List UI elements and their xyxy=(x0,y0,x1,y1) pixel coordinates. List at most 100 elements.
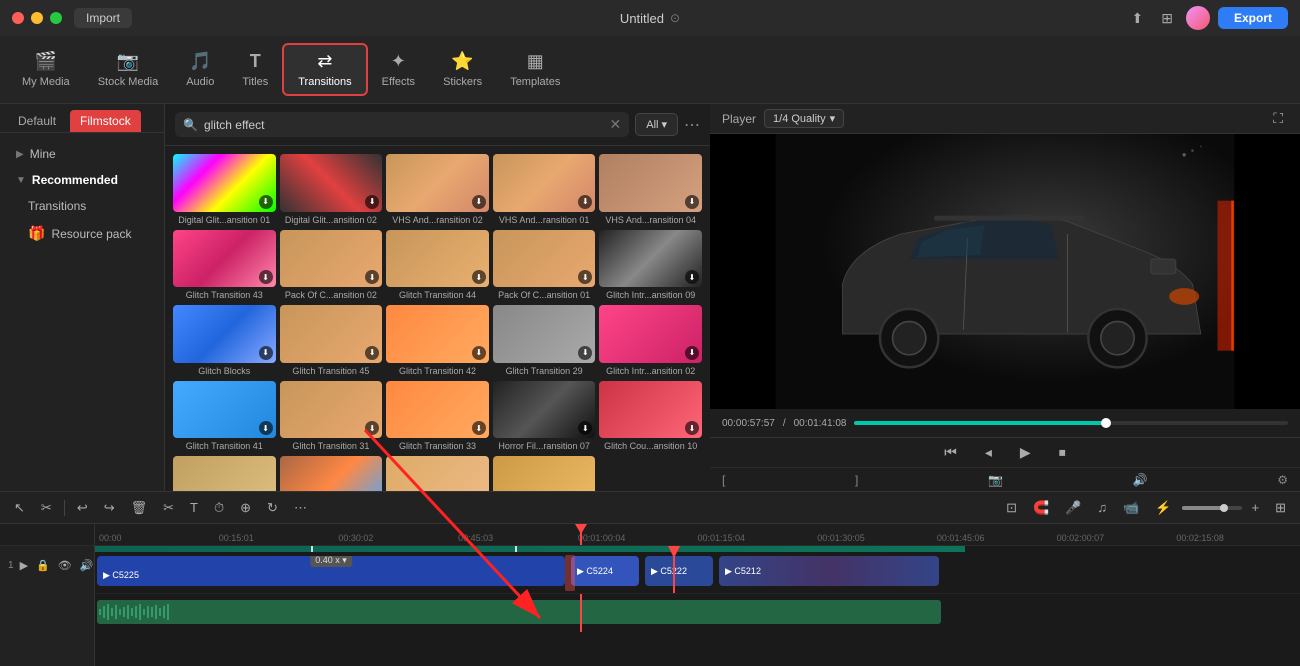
tl-more[interactable]: ⋯ xyxy=(288,497,313,519)
progress-track[interactable] xyxy=(854,421,1288,425)
tl-select-tool[interactable]: ↖ xyxy=(8,497,31,519)
tool-templates[interactable]: ▦ Templates xyxy=(496,45,574,94)
list-item[interactable]: ⬇ Pack Of C...ansition 01 xyxy=(493,230,596,302)
tool-transitions[interactable]: ⇄ Transitions xyxy=(282,43,367,96)
nav-mine-label: Mine xyxy=(30,147,56,161)
step-back-button[interactable]: ◂ xyxy=(979,442,998,463)
list-item[interactable]: ⬇ Glitch Transition 43 xyxy=(173,230,276,302)
snapshot-button[interactable]: 📷 xyxy=(988,473,1003,487)
clip-c5247[interactable]: ▶ C5224 xyxy=(571,556,639,586)
nav-mine[interactable]: ▶ Mine xyxy=(0,141,164,167)
tool-effects[interactable]: ✦ Effects xyxy=(368,45,429,94)
skip-back-button[interactable]: ⏮ xyxy=(938,442,963,463)
clip-id-c5222: ▶ C5222 xyxy=(651,566,687,577)
tl-snap-icon[interactable]: ⊡ xyxy=(1000,497,1023,519)
settings-icon[interactable]: ⚙ xyxy=(1277,473,1288,487)
export-button[interactable]: Export xyxy=(1218,7,1288,29)
tl-split2[interactable]: ⊕ xyxy=(234,497,257,519)
tool-titles[interactable]: T Titles xyxy=(228,45,282,94)
filter-button[interactable]: All ▾ xyxy=(635,113,678,136)
list-item[interactable]: ⬇ Glitch Transition 45 xyxy=(280,305,383,377)
tl-redo[interactable]: ↪ xyxy=(98,497,121,519)
tool-stock-media[interactable]: 📷 Stock Media xyxy=(84,45,173,94)
preview-extra: [ ] 📷 🔊 ⚙ xyxy=(710,467,1300,491)
list-item[interactable]: ⬇ Horror Fil...ransition 07 xyxy=(493,381,596,453)
clip-id-c5247: ▶ C5224 xyxy=(577,566,613,577)
list-item[interactable]: ⬇ VHS And...ransition 02 xyxy=(386,154,489,226)
list-item[interactable]: ⬇ Glitch Transition 33 xyxy=(386,381,489,453)
tl-layout-icon[interactable]: ⊞ xyxy=(1269,497,1292,519)
tl-split-tool[interactable]: ✂ xyxy=(35,497,58,519)
list-item[interactable]: ⬇ xyxy=(173,456,276,491)
stop-button[interactable]: ⏹ xyxy=(1053,442,1072,463)
tool-stickers[interactable]: ⭐ Stickers xyxy=(429,45,496,94)
zoom-slider[interactable] xyxy=(1182,506,1242,510)
tl-camera-icon[interactable]: 📹 xyxy=(1117,497,1145,519)
list-item[interactable]: ⬇ Glitch Transition 44 xyxy=(386,230,489,302)
mark-in-button[interactable]: [ xyxy=(722,473,725,487)
share-icon[interactable]: ⬆ xyxy=(1127,8,1149,29)
tool-titles-label: Titles xyxy=(242,76,268,88)
grid-icon[interactable]: ⊞ xyxy=(1156,8,1178,29)
tab-default[interactable]: Default xyxy=(8,110,66,132)
tl-duration[interactable]: ⏱ xyxy=(208,497,230,519)
list-item[interactable]: ⬇ VHS And...ransition 01 xyxy=(493,154,596,226)
track-mute-icon[interactable]: 👁 xyxy=(56,559,74,572)
play-button[interactable]: ▶ xyxy=(1014,442,1037,463)
tl-cut[interactable]: ✂ xyxy=(157,497,180,519)
fullscreen-icon[interactable]: ⛶ xyxy=(1268,108,1288,129)
list-item[interactable]: ⬇ Glitch Transition 29 xyxy=(493,305,596,377)
list-item[interactable]: ⬇ xyxy=(493,456,596,491)
list-item[interactable]: ⬇ Glitch Blocks xyxy=(173,305,276,377)
track-lock-icon[interactable]: 🔒 xyxy=(34,559,52,572)
maximize-button[interactable] xyxy=(50,12,62,24)
templates-icon: ▦ xyxy=(527,51,544,72)
track-video-icon[interactable]: ▶ xyxy=(18,559,30,572)
tl-rotate[interactable]: ↻ xyxy=(261,497,284,519)
list-item[interactable]: ⬇ VHS And...ransition 04 xyxy=(599,154,702,226)
tool-audio[interactable]: 🎵 Audio xyxy=(172,45,228,94)
minimize-button[interactable] xyxy=(31,12,43,24)
tl-audio-icon[interactable]: ♫ xyxy=(1091,497,1113,518)
tl-delete[interactable]: 🗑 xyxy=(125,497,154,519)
more-options-button[interactable]: ⋯ xyxy=(684,115,700,135)
tool-my-media[interactable]: 🎬 My Media xyxy=(8,45,84,94)
clip-c5225[interactable]: 0.40 x ▾ ▶ C5225 xyxy=(97,556,565,586)
nav-recommended[interactable]: ▼ Recommended xyxy=(0,167,164,193)
track-audio-toggle[interactable]: 🔊 xyxy=(78,559,96,572)
list-item[interactable]: ⬇ Glitch Transition 41 xyxy=(173,381,276,453)
list-item[interactable]: ⬇ Glitch Transition 42 xyxy=(386,305,489,377)
mark-out-button[interactable]: ] xyxy=(855,473,858,487)
tab-filmstock[interactable]: Filmstock xyxy=(70,110,141,132)
search-input[interactable] xyxy=(204,118,604,132)
tl-mic-icon[interactable]: 🎤 xyxy=(1059,497,1087,519)
track-number: 1 xyxy=(8,560,14,571)
list-item[interactable]: ⬇ Glitch Transition 31 xyxy=(280,381,383,453)
list-item[interactable]: ⬇ xyxy=(386,456,489,491)
close-button[interactable] xyxy=(12,12,24,24)
list-item[interactable]: ⬇ Digital Glit...ansition 02 xyxy=(280,154,383,226)
tl-magnet-icon[interactable]: 🧲 xyxy=(1027,497,1055,519)
clear-search-button[interactable]: ✕ xyxy=(610,116,622,133)
audio-clip[interactable] xyxy=(97,600,941,624)
nav-transitions[interactable]: Transitions xyxy=(0,193,164,219)
list-item[interactable]: ⬇ Glitch Intr...ansition 09 xyxy=(599,230,702,302)
tl-zoom-in[interactable]: + xyxy=(1246,497,1266,518)
tl-text[interactable]: T xyxy=(184,497,204,518)
list-item[interactable]: ⬇ xyxy=(280,456,383,491)
nav-resource-pack[interactable]: 🎁 Resource pack xyxy=(0,219,164,248)
avatar[interactable] xyxy=(1186,6,1210,30)
list-item[interactable]: ⬇ Pack Of C...ansition 02 xyxy=(280,230,383,302)
list-item[interactable]: ⬇ Glitch Intr...ansition 02 xyxy=(599,305,702,377)
tl-undo[interactable]: ↩ xyxy=(71,497,94,519)
volume-icon[interactable]: 🔊 xyxy=(1133,473,1148,487)
list-item[interactable]: ⬇ Glitch Cou...ansition 10 xyxy=(599,381,702,453)
preview-controls: ⏮ ◂ ▶ ⏹ xyxy=(710,437,1300,467)
tl-speed-icon[interactable]: ⚡ xyxy=(1149,497,1177,519)
list-item[interactable]: ⬇ Digital Glit...ansition 01 xyxy=(173,154,276,226)
quality-select[interactable]: 1/4 Quality ▾ xyxy=(764,109,844,128)
import-button[interactable]: Import xyxy=(74,8,132,28)
preview-video xyxy=(710,134,1300,409)
clip-c5212[interactable]: ▶ C5212 xyxy=(719,556,939,586)
clip-c5222[interactable]: ▶ C5222 xyxy=(645,556,713,586)
